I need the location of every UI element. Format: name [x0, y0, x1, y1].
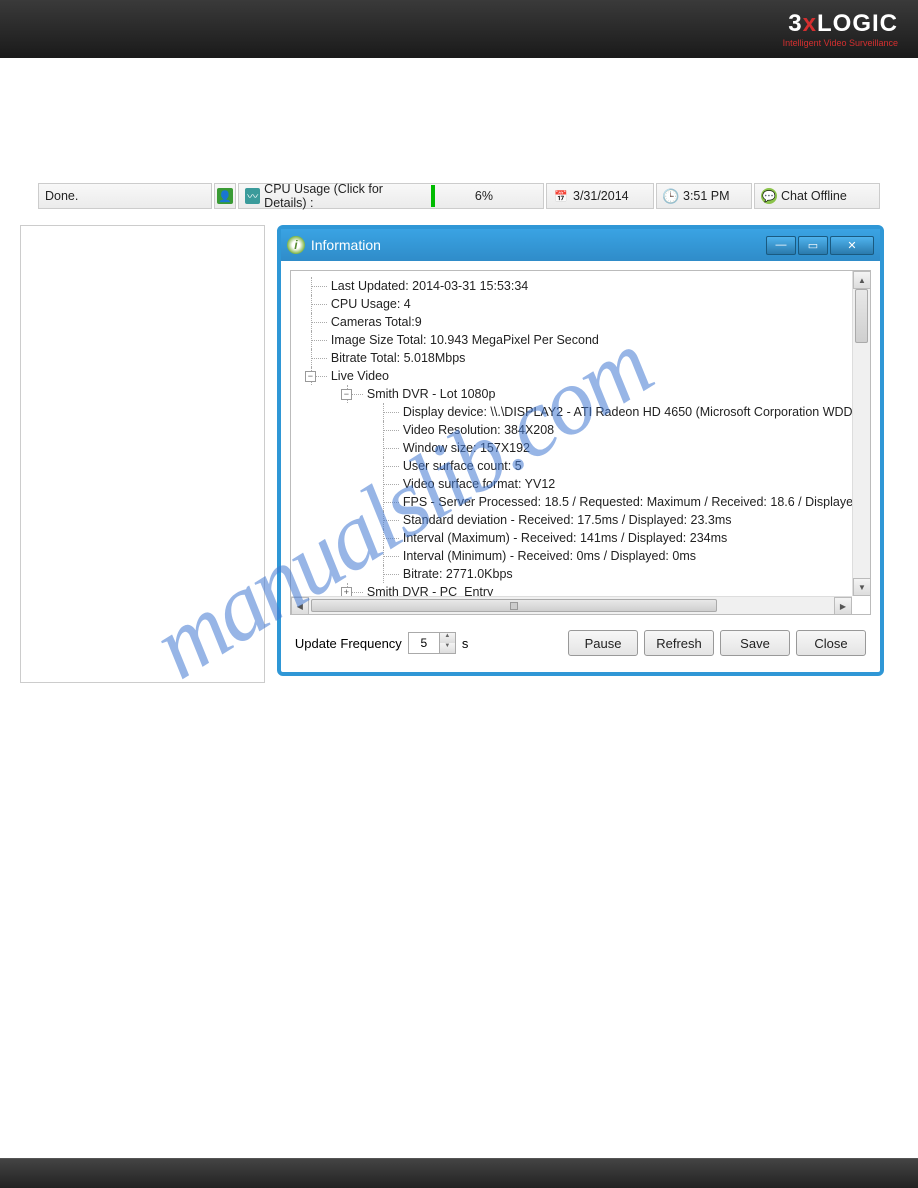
- page-header: 3xLOGIC Intelligent Video Surveillance: [0, 0, 918, 58]
- page-footer: [0, 1158, 918, 1188]
- pulse-icon: 〰: [245, 188, 260, 204]
- brand-logo: 3xLOGIC Intelligent Video Surveillance: [783, 10, 898, 48]
- tree-node[interactable]: Window size: 157X192: [295, 439, 848, 457]
- spinner-down-button[interactable]: ▼: [439, 643, 455, 653]
- cpu-progress: 6%: [431, 187, 537, 205]
- cpu-label: CPU Usage (Click for Details) :: [264, 182, 427, 210]
- chat-text: Chat Offline: [781, 189, 847, 203]
- calendar-icon: 📅: [553, 188, 569, 204]
- content-area: i Information — ▭ ✕ Last Updated: 2014-0…: [20, 225, 884, 683]
- window-controls: — ▭ ✕: [766, 236, 874, 255]
- tree-node[interactable]: FPS - Server Processed: 18.5 / Requested…: [295, 493, 848, 511]
- expand-icon[interactable]: +: [341, 587, 352, 596]
- horizontal-scrollbar[interactable]: ◀ ▶: [291, 596, 852, 614]
- left-panel: [20, 225, 265, 683]
- update-frequency-unit: s: [462, 636, 469, 651]
- status-done: Done.: [38, 183, 212, 209]
- vertical-scrollbar[interactable]: ▲ ▼: [852, 271, 870, 596]
- user-icon: 👤: [217, 188, 233, 204]
- update-frequency-spinner[interactable]: ▲ ▼: [408, 632, 456, 654]
- tree-node[interactable]: Standard deviation - Received: 17.5ms / …: [295, 511, 848, 529]
- tree-node[interactable]: CPU Usage: 4: [295, 295, 848, 313]
- window-title: Information: [311, 237, 381, 253]
- minimize-button[interactable]: —: [766, 236, 796, 255]
- tree-node[interactable]: Interval (Maximum) - Received: 141ms / D…: [295, 529, 848, 547]
- brand-post: LOGIC: [817, 10, 898, 37]
- clock-icon: 🕒: [663, 188, 679, 204]
- scroll-left-button[interactable]: ◀: [291, 597, 309, 615]
- close-dialog-button[interactable]: Close: [796, 630, 866, 656]
- scroll-down-button[interactable]: ▼: [853, 578, 871, 596]
- time-text: 3:51 PM: [683, 189, 730, 203]
- scroll-right-button[interactable]: ▶: [834, 597, 852, 615]
- tree-node-smith-lot[interactable]: −Smith DVR - Lot 1080p: [295, 385, 848, 403]
- status-bar: Done. 👤 〰 CPU Usage (Click for Details) …: [38, 183, 884, 209]
- right-panel: i Information — ▭ ✕ Last Updated: 2014-0…: [277, 225, 884, 683]
- update-frequency-input[interactable]: [409, 633, 439, 653]
- tree-node[interactable]: User surface count: 5: [295, 457, 848, 475]
- status-users[interactable]: 👤: [214, 183, 236, 209]
- tree-node[interactable]: Interval (Minimum) - Received: 0ms / Dis…: [295, 547, 848, 565]
- status-time[interactable]: 🕒 3:51 PM: [656, 183, 752, 209]
- tree-node[interactable]: Last Updated: 2014-03-31 15:53:34: [295, 277, 848, 295]
- info-icon: i: [287, 236, 305, 254]
- tree-container: Last Updated: 2014-03-31 15:53:34 CPU Us…: [290, 270, 871, 615]
- update-frequency-label: Update Frequency: [295, 636, 402, 651]
- scroll-thumb-v[interactable]: [855, 289, 868, 343]
- status-chat[interactable]: 💬 Chat Offline: [754, 183, 880, 209]
- chat-icon: 💬: [761, 188, 777, 204]
- scroll-thumb-h[interactable]: [311, 599, 717, 612]
- information-window: i Information — ▭ ✕ Last Updated: 2014-0…: [277, 225, 884, 676]
- collapse-icon[interactable]: −: [305, 371, 316, 382]
- cpu-progress-fill: [431, 185, 435, 207]
- brand-x: x: [803, 10, 817, 37]
- close-button[interactable]: ✕: [830, 236, 874, 255]
- brand-pre: 3: [788, 10, 802, 37]
- cpu-value: 6%: [475, 189, 493, 203]
- tree-node[interactable]: Bitrate Total: 5.018Mbps: [295, 349, 848, 367]
- scroll-grip-icon: [510, 602, 518, 610]
- tree-node-live-video[interactable]: −Live Video: [295, 367, 848, 385]
- save-button[interactable]: Save: [720, 630, 790, 656]
- tree-node-smith-pc[interactable]: +Smith DVR - PC_Entry: [295, 583, 848, 596]
- window-bottom-bar: Update Frequency ▲ ▼ s Pause Refresh Sav…: [281, 624, 880, 672]
- status-done-text: Done.: [45, 189, 78, 203]
- tree-node[interactable]: Video surface format: YV12: [295, 475, 848, 493]
- tree-node[interactable]: Bitrate: 2771.0Kbps: [295, 565, 848, 583]
- status-cpu[interactable]: 〰 CPU Usage (Click for Details) : 6%: [238, 183, 544, 209]
- tree-node[interactable]: Cameras Total:9: [295, 313, 848, 331]
- tree-node[interactable]: Image Size Total: 10.943 MegaPixel Per S…: [295, 331, 848, 349]
- window-titlebar[interactable]: i Information — ▭ ✕: [281, 229, 880, 261]
- info-tree: Last Updated: 2014-03-31 15:53:34 CPU Us…: [295, 277, 848, 596]
- tree-node[interactable]: Video Resolution: 384X208: [295, 421, 848, 439]
- date-text: 3/31/2014: [573, 189, 629, 203]
- collapse-icon[interactable]: −: [341, 389, 352, 400]
- tree-scroll[interactable]: Last Updated: 2014-03-31 15:53:34 CPU Us…: [291, 271, 852, 596]
- tree-node[interactable]: Display device: \\.\DISPLAY2 - ATI Radeo…: [295, 403, 848, 421]
- spinner-up-button[interactable]: ▲: [439, 633, 455, 643]
- maximize-button[interactable]: ▭: [798, 236, 828, 255]
- pause-button[interactable]: Pause: [568, 630, 638, 656]
- refresh-button[interactable]: Refresh: [644, 630, 714, 656]
- brand-tagline: Intelligent Video Surveillance: [783, 38, 898, 48]
- scroll-up-button[interactable]: ▲: [853, 271, 871, 289]
- status-date[interactable]: 📅 3/31/2014: [546, 183, 654, 209]
